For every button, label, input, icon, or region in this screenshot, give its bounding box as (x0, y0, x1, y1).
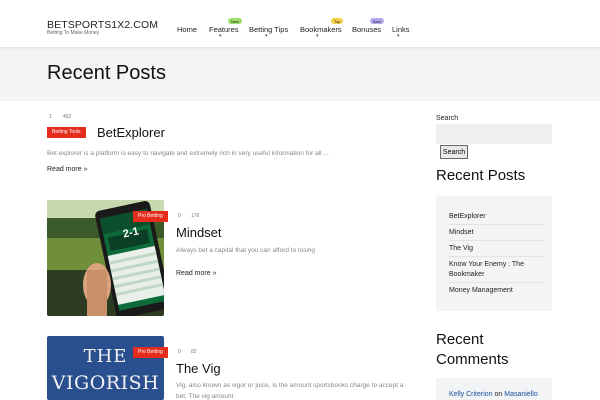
view-count: 452 (63, 114, 72, 120)
post-excerpt: Always bet a capital that you can afford… (176, 247, 315, 254)
site-header: BETSPORTS1X2.COM Betting To Make Money H… (0, 0, 600, 47)
nav-badge-top: Top (331, 18, 344, 24)
chevron-down-icon: ▾ (316, 33, 319, 39)
search-input[interactable] (436, 124, 552, 144)
nav-bookmakers[interactable]: Bookmakers (300, 25, 342, 34)
search-label: Search (436, 115, 459, 122)
divider (449, 256, 545, 257)
nav-links[interactable]: Links (392, 25, 410, 34)
comment-count: 0 (178, 349, 181, 355)
recent-post-item[interactable]: Know Your Enemy : The Bookmaker (449, 260, 545, 279)
site-tagline: Betting To Make Money (47, 30, 100, 36)
view-count: 176 (191, 213, 200, 219)
recent-post-item[interactable]: The Vig (449, 244, 545, 254)
thumb-text-vigorish: VIGORISH (51, 372, 160, 394)
category-badge[interactable]: Pro Betting (133, 211, 168, 222)
read-more-link[interactable]: Read more » (176, 270, 216, 277)
divider (449, 240, 545, 241)
comment-on-text: on (494, 391, 503, 398)
chevron-down-icon: ▾ (265, 33, 268, 39)
nav-badge-new: New (228, 18, 243, 24)
read-more-link[interactable]: Read more » (47, 166, 87, 173)
nav-betting-tips[interactable]: Betting Tips (249, 25, 288, 34)
post-excerpt-line: Vig, also known as vigor or juice, is th… (176, 382, 404, 389)
post-title[interactable]: Mindset (176, 225, 222, 240)
nav-home[interactable]: Home (177, 25, 197, 34)
view-count: 82 (191, 349, 197, 355)
comment-count: 1 (49, 114, 52, 120)
chevron-down-icon: ▾ (219, 33, 222, 39)
divider (449, 282, 545, 283)
nav-badge-best: Best (370, 18, 385, 24)
recent-post-item[interactable]: BetExplorer (449, 212, 545, 222)
recent-comments-title-line2: Comments (436, 351, 509, 368)
comment-author-link[interactable]: Kelly Criterion (449, 391, 493, 398)
post-title[interactable]: BetExplorer (97, 125, 165, 140)
category-badge[interactable]: Pro Betting (133, 347, 168, 358)
category-badge[interactable]: Betting Tools (47, 127, 86, 138)
page-title: Recent Posts (47, 62, 166, 84)
chevron-down-icon: ▾ (397, 33, 400, 39)
comment-count: 0 (178, 213, 181, 219)
divider (449, 224, 545, 225)
search-button[interactable]: Search (440, 145, 468, 159)
post-title[interactable]: The Vig (176, 361, 221, 376)
recent-comment-item: Kelly Criterion on Masaniello (449, 391, 538, 398)
post-excerpt-line: bet. The vig amount (176, 393, 234, 400)
comment-post-link[interactable]: Masaniello (504, 391, 537, 398)
post-excerpt: Bet explorer is a platform is easy to na… (47, 150, 329, 157)
nav-features[interactable]: Features (209, 25, 239, 34)
recent-post-item[interactable]: Mindset (449, 228, 545, 238)
recent-post-item[interactable]: Money Management (449, 286, 545, 296)
nav-bonuses[interactable]: Bonuses (352, 25, 381, 34)
recent-comments-title-line1: Recent (436, 331, 484, 348)
post-thumbnail[interactable]: THE VIGORISH (47, 336, 164, 400)
recent-posts-title: Recent Posts (436, 167, 526, 184)
